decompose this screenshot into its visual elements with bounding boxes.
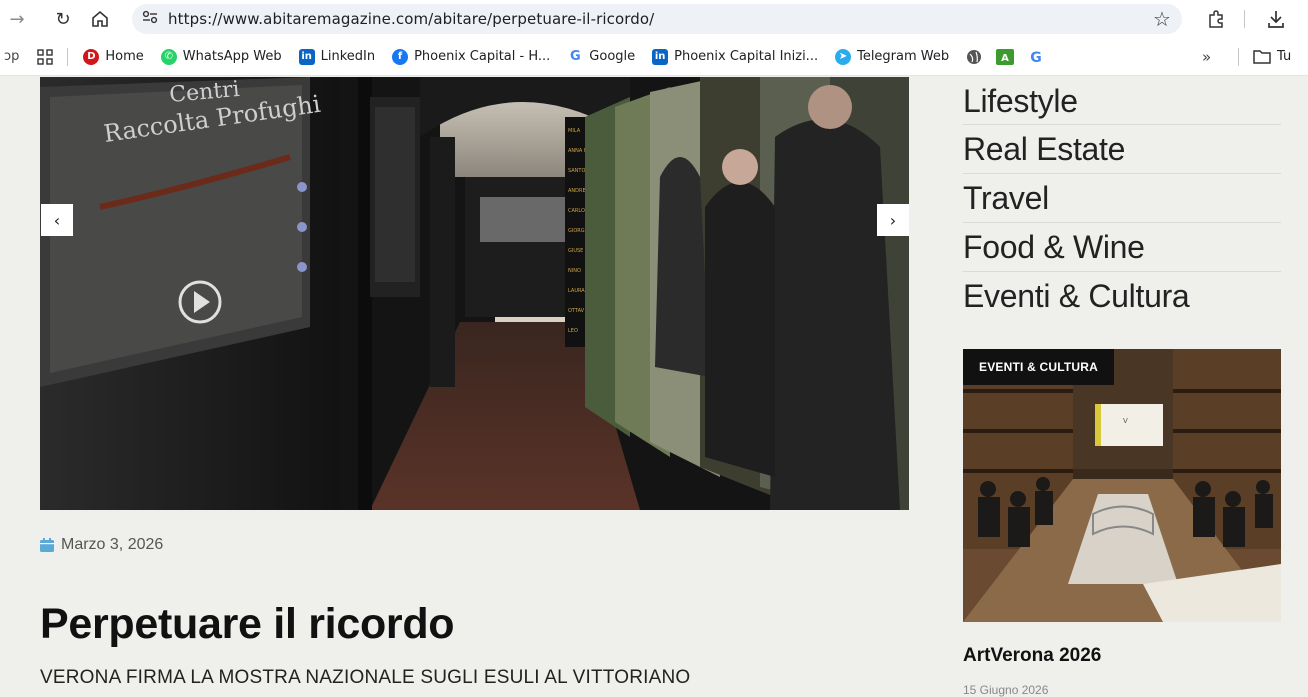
bookmark-item[interactable]: f Phoenix Capital - H... xyxy=(392,48,551,65)
bookmark-label: Phoenix Capital - H... xyxy=(414,49,551,64)
forward-arrow-icon[interactable]: → xyxy=(6,7,28,31)
svg-text:G: G xyxy=(1030,50,1042,65)
category-badge[interactable]: EVENTI & CULTURA xyxy=(963,349,1114,385)
extensions-icon[interactable] xyxy=(1204,6,1228,32)
bookmark-item[interactable]: G Google xyxy=(567,48,636,65)
svg-text:V: V xyxy=(1123,417,1128,425)
bookmark-item[interactable]: ✆ WhatsApp Web xyxy=(160,48,282,65)
bookmark-favicon-icon: ✆ xyxy=(160,48,177,65)
site-settings-icon[interactable] xyxy=(132,10,168,28)
bookmark-favicon-icon: f xyxy=(392,48,409,65)
sidebar-card-date: 15 Giugno 2026 xyxy=(963,683,1049,697)
bookmark-favicon-icon: ➤ xyxy=(835,48,852,65)
category-nav: Lifestyle Real Estate Travel Food & Wine… xyxy=(963,77,1281,321)
slider-next-button[interactable]: › xyxy=(877,204,909,236)
app-green-icon[interactable]: A xyxy=(996,48,1015,65)
bookmark-separator xyxy=(67,47,69,66)
folder-label: Tu xyxy=(1277,49,1292,64)
bookmark-label: Google xyxy=(589,49,636,64)
svg-text:LAURA: LAURA xyxy=(568,288,585,294)
svg-text:NINO: NINO xyxy=(568,268,581,274)
bookmark-item[interactable]: ➤ Telegram Web xyxy=(835,48,950,65)
bookmark-item[interactable]: D Home xyxy=(83,48,144,65)
apps-grid-icon[interactable] xyxy=(37,48,54,65)
svg-text:GIUSE: GIUSE xyxy=(568,248,583,254)
folder-icon xyxy=(1253,50,1271,64)
sidebar-card-title[interactable]: ArtVerona 2026 xyxy=(963,645,1101,667)
download-icon[interactable] xyxy=(1264,6,1288,32)
bookmark-favicon-icon: G xyxy=(567,48,584,65)
bookmark-label: LinkedIn xyxy=(320,49,376,64)
reload-icon[interactable]: ↻ xyxy=(52,7,74,31)
globe-icon[interactable] xyxy=(966,49,982,65)
article-date: Marzo 3, 2026 xyxy=(40,536,163,554)
bookmarks-overflow-button[interactable]: » xyxy=(1202,48,1211,66)
hero-slider[interactable]: Centri Raccolta Profughi MILA ANNA MARIA S… xyxy=(40,77,909,510)
bookmarks-bar: ɔp D Home ✆ WhatsApp Web in LinkedIn f Phoenix … xyxy=(0,38,1308,76)
home-icon[interactable] xyxy=(89,7,111,31)
svg-text:ANDRE: ANDRE xyxy=(568,188,586,194)
article-subtitle: VERONA FIRMA LA MOSTRA NAZIONALE SUGLI E… xyxy=(40,667,691,688)
bookmark-truncated[interactable]: ɔp xyxy=(4,49,19,64)
google-icon[interactable]: G xyxy=(1028,49,1044,65)
library-event-image: V xyxy=(963,349,1281,622)
bookmark-label: Phoenix Capital Inizi... xyxy=(674,49,819,64)
bookmark-label: Telegram Web xyxy=(857,49,950,64)
category-link-real-estate[interactable]: Real Estate xyxy=(963,125,1281,174)
bookmark-separator xyxy=(1238,47,1239,66)
category-link-food-wine[interactable]: Food & Wine xyxy=(963,223,1281,272)
page-content: Centri Raccolta Profughi MILA ANNA MARIA S… xyxy=(0,77,1308,697)
svg-text:A: A xyxy=(1001,53,1009,64)
bookmark-item[interactable]: in Phoenix Capital Inizi... xyxy=(652,48,819,65)
all-bookmarks-folder[interactable]: Tu xyxy=(1253,49,1291,64)
category-link-eventi-cultura[interactable]: Eventi & Cultura xyxy=(963,272,1281,321)
bookmark-favicon-icon: D xyxy=(83,48,100,65)
category-link-lifestyle[interactable]: Lifestyle xyxy=(963,77,1281,125)
sidebar-card-image[interactable]: V EVENTI & CULTURA xyxy=(963,349,1281,622)
calendar-icon xyxy=(40,538,54,552)
bookmark-label: Home xyxy=(105,49,144,64)
article-date-text: Marzo 3, 2026 xyxy=(61,536,164,553)
hero-image: Centri Raccolta Profughi MILAANNA MARIAS… xyxy=(40,77,909,510)
toolbar-separator xyxy=(1244,10,1245,28)
url-text: https://www.abitaremagazine.com/abitare/… xyxy=(168,10,655,28)
slider-prev-button[interactable]: ‹ xyxy=(41,204,73,236)
svg-text:MILA: MILA xyxy=(568,128,581,134)
article-title: Perpetuare il ricordo xyxy=(40,600,455,648)
svg-text:LEO: LEO xyxy=(568,328,578,334)
bookmark-favicon-icon: in xyxy=(652,48,669,65)
svg-text:CARLO: CARLO xyxy=(568,208,585,214)
svg-text:OTTAV: OTTAV xyxy=(568,308,585,314)
category-link-travel[interactable]: Travel xyxy=(963,174,1281,223)
bookmark-item[interactable]: in LinkedIn xyxy=(298,48,376,65)
browser-toolbar: → ↻ https://www.abitaremagazine.com/abit… xyxy=(0,0,1308,38)
bookmark-star-icon[interactable]: ☆ xyxy=(1150,6,1174,32)
address-bar[interactable]: https://www.abitaremagazine.com/abitare/… xyxy=(132,4,1182,34)
bookmark-favicon-icon: in xyxy=(298,48,315,65)
bookmark-label: WhatsApp Web xyxy=(182,49,282,64)
